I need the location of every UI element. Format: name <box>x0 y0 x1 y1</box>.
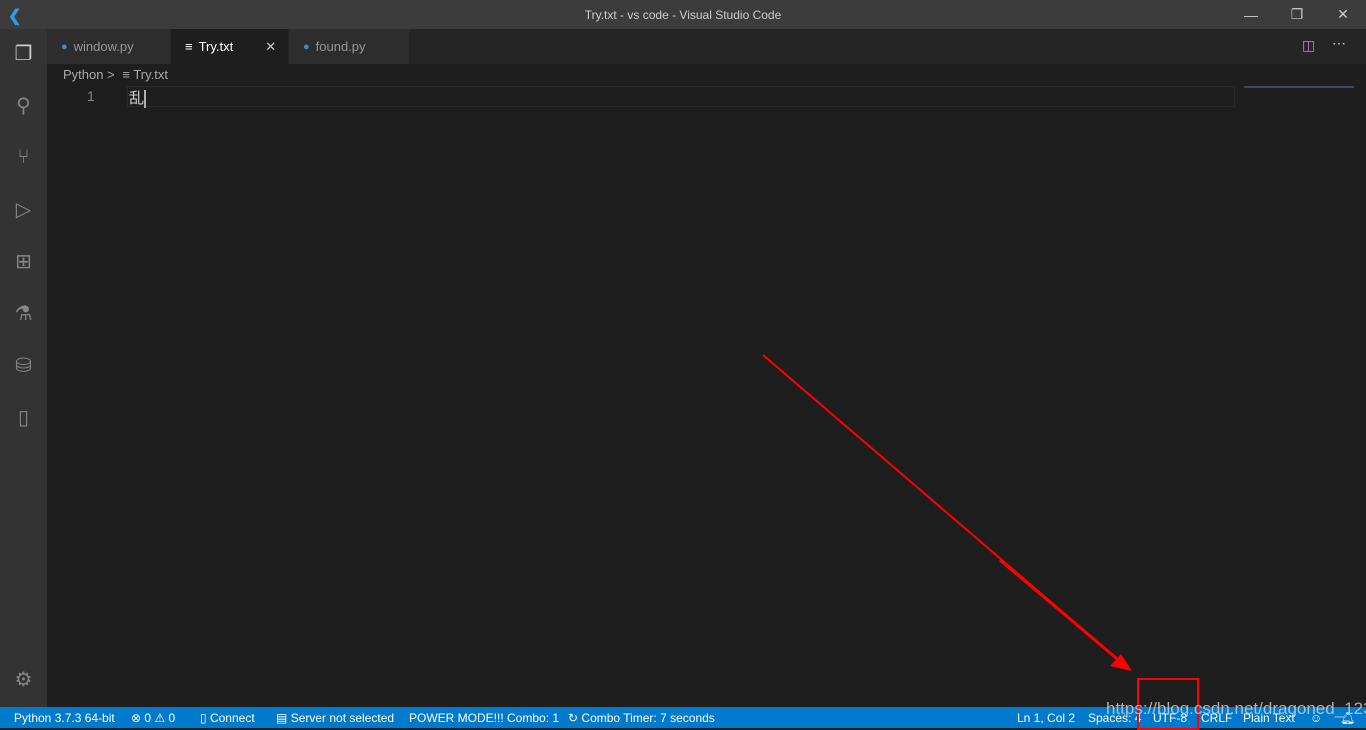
python-interpreter[interactable]: Python 3.7.3 64-bit <box>14 711 115 725</box>
power-mode-combo[interactable]: POWER MODE!!! Combo: 1 <box>409 711 559 725</box>
watermark: https://blog.csdn.net/dragoned_123 <box>1106 699 1366 718</box>
connect-button[interactable]: ▯ Connect <box>200 711 255 725</box>
database-icon: ▯ <box>200 711 207 725</box>
server-icon: ▤ <box>276 711 288 725</box>
connect-label: Connect <box>209 711 255 725</box>
problems-indicator[interactable]: ⊗ 0 ⚠ 0 <box>131 711 175 725</box>
combo-timer-label: Combo Timer: 7 seconds <box>581 711 715 725</box>
warning-icon: ⚠ <box>154 711 166 725</box>
server-selector[interactable]: ▤ Server not selected <box>276 711 394 725</box>
server-label: Server not selected <box>290 711 395 725</box>
error-icon: ⊗ <box>131 711 142 725</box>
cursor-position[interactable]: Ln 1, Col 2 <box>1017 711 1075 725</box>
annotation-arrow <box>762 354 1132 671</box>
warning-count: 0 <box>168 711 176 725</box>
sync-icon: ↻ <box>568 711 579 725</box>
combo-timer[interactable]: ↻ Combo Timer: 7 seconds <box>568 711 715 725</box>
error-count: 0 <box>144 711 152 725</box>
